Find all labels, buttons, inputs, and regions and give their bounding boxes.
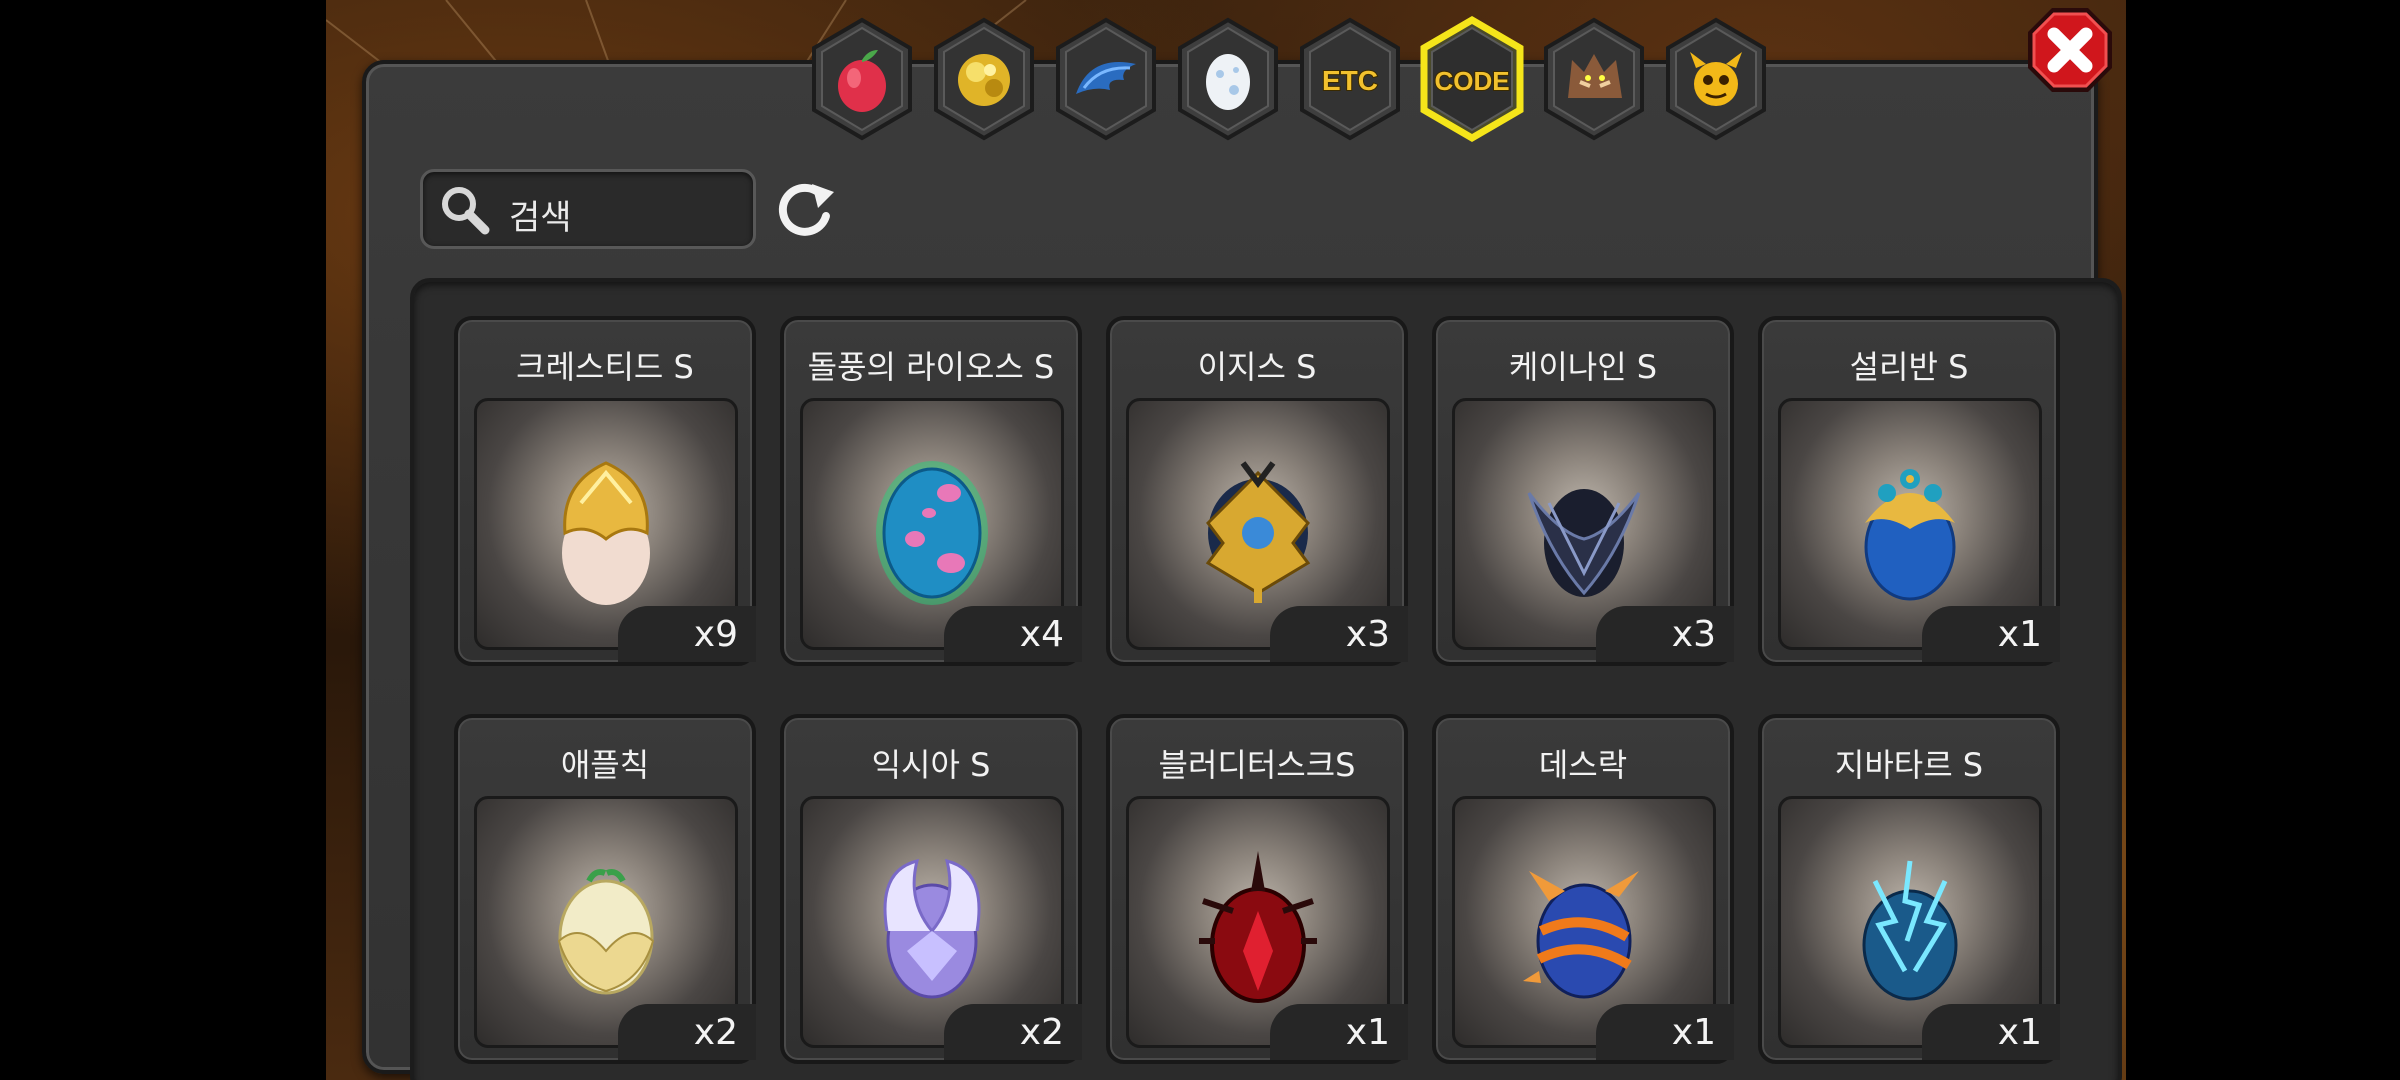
horned-face-icon [1666, 17, 1766, 141]
refresh-icon[interactable] [772, 176, 838, 242]
tab-egg[interactable] [1172, 14, 1284, 144]
item-card[interactable]: 익시아 S x2 [780, 714, 1082, 1064]
red-spiked-egg-icon [1199, 851, 1317, 1003]
item-quantity-badge: x2 [944, 1004, 1082, 1060]
item-quantity-badge: x3 [1596, 606, 1734, 662]
gold-armored-egg-icon [1205, 461, 1311, 603]
item-quantity-badge: x1 [1922, 606, 2060, 662]
wolf-icon [1544, 17, 1644, 141]
item-card[interactable]: 이지스 S x3 [1106, 316, 1408, 666]
item-card[interactable]: 애플칙 x2 [454, 714, 756, 1064]
search-input[interactable]: 검색 [420, 169, 756, 249]
item-quantity: x1 [1997, 1012, 2042, 1053]
blue-wing-icon [1056, 17, 1156, 141]
item-quantity: x2 [1019, 1012, 1064, 1053]
item-quantity: x1 [1997, 614, 2042, 655]
item-name: 이지스 S [1197, 348, 1317, 386]
tab-blue-wing[interactable] [1050, 14, 1162, 144]
item-quantity: x3 [1345, 614, 1390, 655]
tab-gold-nugget[interactable] [928, 14, 1040, 144]
item-card[interactable]: 돌풍의 라이오스 S x4 [780, 316, 1082, 666]
tab-code[interactable]: CODE [1416, 14, 1528, 144]
item-card[interactable]: 지바타르 S x1 [1758, 714, 2060, 1064]
item-quantity-badge: x2 [618, 1004, 756, 1060]
inventory-panel: 검색 크레스티드 S x9 돌풍의 라이오스 S x4 이지스 S x3 케이나인 S x3 설… [362, 60, 2122, 1080]
lightning-egg-icon [1862, 860, 1958, 1001]
tab-fruit[interactable] [806, 14, 918, 144]
search-icon [442, 187, 490, 235]
item-name: 지바타르 S [1834, 746, 1984, 784]
item-quantity: x1 [1345, 1012, 1390, 1053]
item-quantity-badge: x1 [1270, 1004, 1408, 1060]
item-grid: 크레스티드 S x9 돌풍의 라이오스 S x4 이지스 S x3 케이나인 S x3 설리반 … [410, 278, 2122, 1080]
item-name: 케이나인 S [1508, 348, 1658, 386]
close-button[interactable] [2024, 4, 2116, 96]
item-quantity-badge: x3 [1270, 606, 1408, 662]
item-name: 데스락 [1538, 746, 1628, 784]
item-quantity-badge: x4 [944, 606, 1082, 662]
item-quantity-badge: x1 [1596, 1004, 1734, 1060]
horned-blue-orange-egg-icon [1523, 871, 1639, 999]
item-name: 설리반 S [1849, 348, 1969, 386]
category-tabs: ETC CODE [806, 14, 1766, 144]
item-name: 익시아 S [871, 746, 991, 784]
item-name: 돌풍의 라이오스 S [807, 348, 1055, 386]
item-card[interactable]: 케이나인 S x3 [1432, 316, 1734, 666]
tab-label: ETC [1322, 65, 1378, 96]
tab-label: CODE [1434, 66, 1509, 96]
item-name: 블러디터스크S [1158, 746, 1356, 784]
item-card[interactable]: 크레스티드 S x9 [454, 316, 756, 666]
game-screen: 검색 크레스티드 S x9 돌풍의 라이오스 S x4 이지스 S x3 케이나인 S x3 설… [326, 0, 2126, 1080]
egg-icon [1178, 17, 1278, 141]
item-quantity-badge: x1 [1922, 1004, 2060, 1060]
blue-pink-spotted-egg-icon [876, 461, 988, 605]
search-placeholder: 검색 [509, 198, 572, 238]
item-quantity: x9 [693, 614, 738, 655]
item-quantity: x4 [1019, 614, 1064, 655]
item-card[interactable]: 블러디터스크S x1 [1106, 714, 1408, 1064]
golden-crested-egg-icon [562, 461, 650, 605]
item-name: 크레스티드 S [516, 348, 694, 386]
gold-nugget-icon [934, 17, 1034, 141]
item-name: 애플칙 [560, 746, 650, 784]
code-icon: CODE [1420, 15, 1524, 143]
item-quantity: x2 [693, 1012, 738, 1053]
apple-chick-egg-icon [557, 869, 655, 995]
etc-icon: ETC [1300, 17, 1400, 141]
tab-horned-face[interactable] [1660, 14, 1772, 144]
item-quantity-badge: x9 [618, 606, 756, 662]
dark-spiked-egg-icon [1527, 489, 1641, 597]
item-card[interactable]: 설리반 S x1 [1758, 316, 2060, 666]
item-quantity: x3 [1671, 614, 1716, 655]
tab-etc[interactable]: ETC [1294, 14, 1406, 144]
item-card[interactable]: 데스락 x1 [1432, 714, 1734, 1064]
tab-wolf[interactable] [1538, 14, 1650, 144]
crystal-wing-egg-icon [883, 858, 981, 999]
peacock-egg-icon [1864, 469, 1956, 601]
item-quantity: x1 [1671, 1012, 1716, 1053]
fruit-icon [812, 17, 912, 141]
